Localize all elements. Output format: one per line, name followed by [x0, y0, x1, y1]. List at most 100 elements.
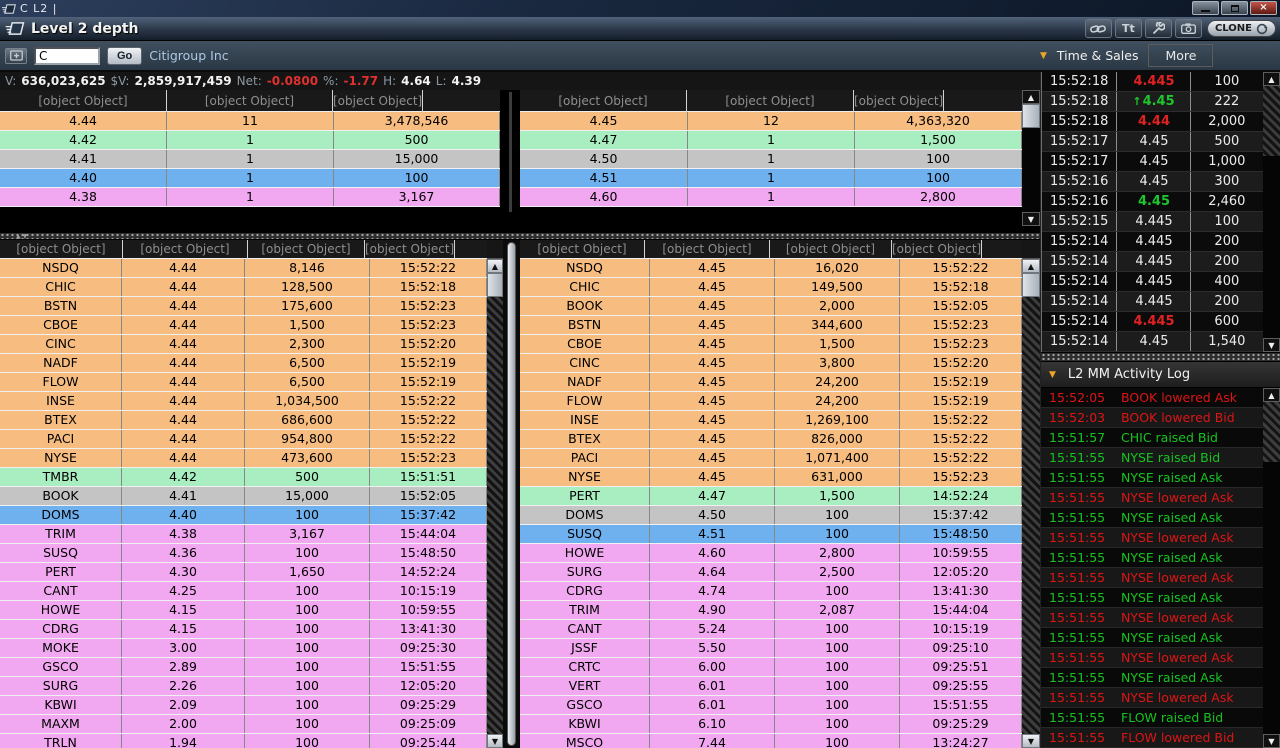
close-button[interactable]: ×: [1250, 1, 1277, 15]
scroll-thumb[interactable]: [1263, 402, 1280, 462]
scroll-up-icon[interactable]: ▲: [1263, 72, 1280, 86]
scroll-track[interactable]: [487, 297, 503, 734]
scroll-down-icon[interactable]: ▼: [487, 734, 503, 748]
symbol-input[interactable]: [34, 46, 100, 65]
vertical-splitter[interactable]: [503, 240, 520, 748]
scroll-up-icon[interactable]: ▲: [1022, 259, 1040, 273]
mm-ask-row[interactable]: SURG 4.64 2,500 12:05:20: [520, 563, 1022, 582]
mm-bid-row[interactable]: CINC 4.44 2,300 15:52:20: [0, 335, 487, 354]
mm-bid-row[interactable]: SUSQ 4.36 100 15:48:50: [0, 544, 487, 563]
ask-level-row[interactable]: 4.60 1 2,800: [520, 188, 1022, 207]
scroll-track[interactable]: [1022, 297, 1040, 734]
scroll-down-icon[interactable]: ▼: [1022, 734, 1040, 748]
mm-ask-row[interactable]: NYSE 4.45 631,000 15:52:23: [520, 468, 1022, 487]
mm-ask-row[interactable]: BOOK 4.45 2,000 15:52:05: [520, 297, 1022, 316]
mm-ask-row[interactable]: SUSQ 4.51 100 15:48:50: [520, 525, 1022, 544]
mm-ask-row[interactable]: GSCO 6.01 100 15:51:55: [520, 696, 1022, 715]
go-button[interactable]: Go: [107, 46, 143, 65]
scroll-thumb[interactable]: [487, 273, 503, 297]
mm-bid-row[interactable]: TRLN 1.94 100 09:25:44: [0, 734, 487, 748]
settings-wrench-button[interactable]: [1144, 19, 1172, 38]
bid-level-row[interactable]: 4.42 1 500: [0, 131, 500, 150]
bid-level-row[interactable]: 4.38 1 3,167: [0, 188, 500, 207]
mm-ask-row[interactable]: KBWI 6.10 100 09:25:29: [520, 715, 1022, 734]
mm-ask-row[interactable]: NSDQ 4.45 16,020 15:52:22: [520, 259, 1022, 278]
scroll-up-icon[interactable]: ▲: [1022, 90, 1040, 104]
mm-bid-row[interactable]: TRIM 4.38 3,167 15:44:04: [0, 525, 487, 544]
mm-bid-row[interactable]: HOWE 4.15 100 10:59:55: [0, 601, 487, 620]
bid-level-row[interactable]: 4.40 1 100: [0, 169, 500, 188]
mm-bid-row[interactable]: FLOW 4.44 6,500 15:52:19: [0, 373, 487, 392]
time-sales-dropdown[interactable]: Time & Sales: [1057, 48, 1139, 63]
scroll-track[interactable]: [1022, 128, 1040, 212]
mm-bid-row[interactable]: CHIC 4.44 128,500 15:52:18: [0, 278, 487, 297]
mm-bid-row[interactable]: TMBR 4.42 500 15:51:51: [0, 468, 487, 487]
scroll-track[interactable]: [1263, 462, 1280, 734]
mm-bid-row[interactable]: NYSE 4.44 473,600 15:52:23: [0, 449, 487, 468]
mm-bid-row[interactable]: INSE 4.44 1,034,500 15:52:22: [0, 392, 487, 411]
mm-bid-row[interactable]: CBOE 4.44 1,500 15:52:23: [0, 316, 487, 335]
scroll-thumb[interactable]: [1022, 104, 1040, 128]
splitter-handle[interactable]: [507, 242, 516, 746]
activity-log-header[interactable]: ▼ L2 MM Activity Log: [1041, 362, 1280, 388]
scroll-down-icon[interactable]: ▼: [1263, 338, 1280, 352]
scroll-track[interactable]: [1263, 156, 1280, 338]
mm-ask-scrollbar[interactable]: ▲ ▼: [1022, 240, 1040, 748]
mm-bid-scrollbar[interactable]: ▲ ▼: [487, 240, 503, 748]
scroll-thumb[interactable]: [1022, 273, 1040, 297]
mm-bid-row[interactable]: NADF 4.44 6,500 15:52:19: [0, 354, 487, 373]
mm-bid-row[interactable]: GSCO 2.89 100 15:51:55: [0, 658, 487, 677]
mm-ask-row[interactable]: HOWE 4.60 2,800 10:59:55: [520, 544, 1022, 563]
mm-ask-row[interactable]: FLOW 4.45 24,200 15:52:19: [520, 392, 1022, 411]
mm-ask-row[interactable]: BSTN 4.45 344,600 15:52:23: [520, 316, 1022, 335]
mm-bid-row[interactable]: CDRG 4.15 100 13:41:30: [0, 620, 487, 639]
font-settings-button[interactable]: Tt: [1114, 19, 1142, 38]
mm-ask-row[interactable]: CINC 4.45 3,800 15:52:20: [520, 354, 1022, 373]
mm-bid-row[interactable]: MAXM 2.00 100 09:25:09: [0, 715, 487, 734]
level-scrollbar[interactable]: ▲ ▼: [1022, 90, 1040, 226]
mm-bid-row[interactable]: MOKE 3.00 100 09:25:30: [0, 639, 487, 658]
minimize-button[interactable]: [1192, 1, 1219, 15]
more-button[interactable]: More: [1148, 44, 1214, 67]
mm-ask-row[interactable]: PACI 4.45 1,071,400 15:52:22: [520, 449, 1022, 468]
scroll-up-icon[interactable]: ▲: [1263, 388, 1280, 402]
mm-bid-row[interactable]: BSTN 4.44 175,600 15:52:23: [0, 297, 487, 316]
mm-bid-row[interactable]: NSDQ 4.44 8,146 15:52:22: [0, 259, 487, 278]
clone-button[interactable]: CLONE: [1206, 20, 1276, 37]
scroll-down-icon[interactable]: ▼: [1022, 212, 1040, 226]
mm-bid-row[interactable]: CANT 4.25 100 10:15:19: [0, 582, 487, 601]
scroll-up-icon[interactable]: ▲: [487, 259, 503, 273]
mm-bid-row[interactable]: KBWI 2.09 100 09:25:29: [0, 696, 487, 715]
snapshot-button[interactable]: [1174, 19, 1202, 38]
mm-bid-row[interactable]: BTEX 4.44 686,600 15:52:22: [0, 411, 487, 430]
horizontal-splitter[interactable]: ▲▼: [0, 232, 1040, 240]
add-window-button[interactable]: [5, 47, 27, 64]
mm-ask-row[interactable]: INSE 4.45 1,269,100 15:52:22: [520, 411, 1022, 430]
mm-bid-row[interactable]: DOMS 4.40 100 15:37:42: [0, 506, 487, 525]
mm-ask-row[interactable]: CHIC 4.45 149,500 15:52:18: [520, 278, 1022, 297]
mm-ask-row[interactable]: NADF 4.45 24,200 15:52:19: [520, 373, 1022, 392]
mm-ask-row[interactable]: DOMS 4.50 100 15:37:42: [520, 506, 1022, 525]
horizontal-splitter[interactable]: [1041, 352, 1280, 362]
scroll-down-icon[interactable]: ▼: [1263, 734, 1280, 748]
mm-ask-row[interactable]: CRTC 6.00 100 09:25:51: [520, 658, 1022, 677]
mm-ask-row[interactable]: PERT 4.47 1,500 14:52:24: [520, 487, 1022, 506]
mm-ask-row[interactable]: TRIM 4.90 2,087 15:44:04: [520, 601, 1022, 620]
mm-ask-row[interactable]: MSCO 7.44 100 13:24:27: [520, 734, 1022, 748]
ask-level-row[interactable]: 4.47 1 1,500: [520, 131, 1022, 150]
time-sales-scrollbar[interactable]: ▲ ▼: [1263, 72, 1280, 352]
scroll-thumb[interactable]: [1263, 86, 1280, 156]
mm-ask-row[interactable]: CANT 5.24 100 10:15:19: [520, 620, 1022, 639]
mm-ask-row[interactable]: CDRG 4.74 100 13:41:30: [520, 582, 1022, 601]
mm-ask-row[interactable]: JSSF 5.50 100 09:25:10: [520, 639, 1022, 658]
maximize-button[interactable]: [1221, 1, 1248, 15]
mm-ask-row[interactable]: BTEX 4.45 826,000 15:52:22: [520, 430, 1022, 449]
ask-level-row[interactable]: 4.50 1 100: [520, 150, 1022, 169]
mm-bid-row[interactable]: BOOK 4.41 15,000 15:52:05: [0, 487, 487, 506]
mm-bid-row[interactable]: SURG 2.26 100 12:05:20: [0, 677, 487, 696]
mm-ask-row[interactable]: VERT 6.01 100 09:25:55: [520, 677, 1022, 696]
activity-log-scrollbar[interactable]: ▲ ▼: [1263, 388, 1280, 748]
mm-ask-row[interactable]: CBOE 4.45 1,500 15:52:23: [520, 335, 1022, 354]
bid-level-row[interactable]: 4.41 1 15,000: [0, 150, 500, 169]
ask-level-row[interactable]: 4.51 1 100: [520, 169, 1022, 188]
